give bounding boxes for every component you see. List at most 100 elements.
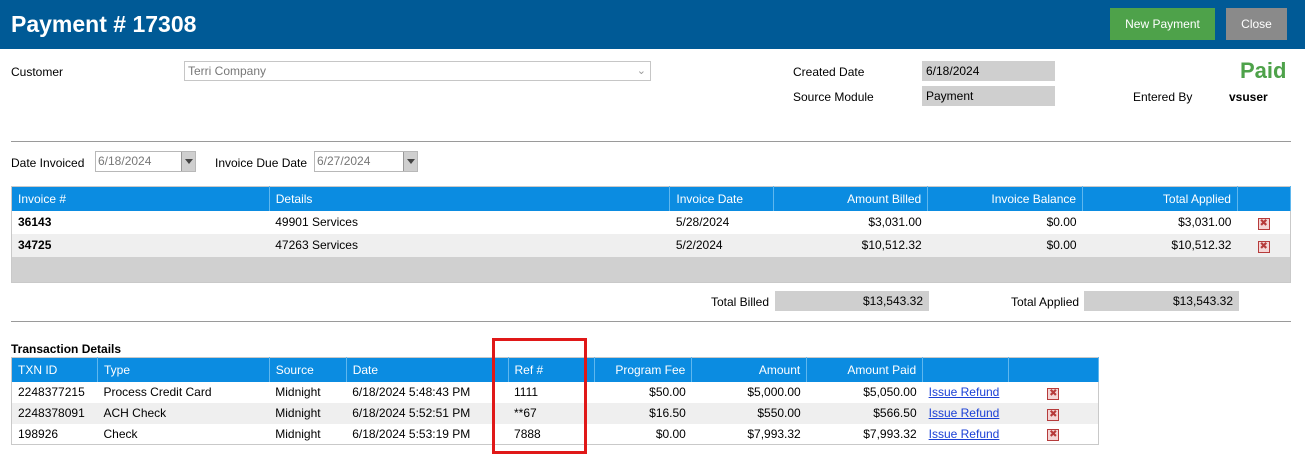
divider bbox=[11, 141, 1291, 142]
txn-amount-paid: $7,993.32 bbox=[863, 426, 917, 441]
col-invoice-number[interactable]: Invoice # bbox=[11, 186, 270, 211]
delete-x-icon[interactable]: ✖ bbox=[1047, 408, 1060, 421]
delete-cell: ✖ bbox=[1009, 382, 1099, 403]
txn-type: ACH Check bbox=[97, 402, 270, 424]
col-invoice-balance[interactable]: Invoice Balance bbox=[927, 186, 1084, 211]
invoice-date: 5/2/2024 bbox=[669, 233, 774, 257]
empty-row bbox=[11, 256, 1291, 283]
close-button[interactable]: Close bbox=[1226, 8, 1287, 40]
txn-id: 2248377215 bbox=[18, 385, 85, 399]
txn-ref: 7888 bbox=[514, 426, 541, 441]
created-date-label: Created Date bbox=[793, 65, 865, 79]
total-applied-label: Total Applied bbox=[1011, 295, 1080, 309]
delete-cell: ✖ bbox=[1008, 402, 1099, 424]
source-module-label: Source Module bbox=[793, 90, 874, 104]
txn-amount: $5,000.00 bbox=[747, 385, 801, 399]
refund-cell: Issue Refund bbox=[922, 402, 1009, 424]
invoice-due-date-input[interactable]: 6/27/2024 bbox=[314, 151, 418, 172]
txn-amount: $7,993.32 bbox=[747, 426, 801, 441]
amount-billed: $10,512.32 bbox=[773, 233, 928, 257]
col-amount-billed[interactable]: Amount Billed bbox=[773, 186, 929, 211]
total-billed-label: Total Billed bbox=[711, 295, 770, 309]
status-badge: Paid bbox=[1240, 58, 1287, 83]
entered-by-value: vsuser bbox=[1229, 90, 1268, 104]
col-source[interactable]: Source bbox=[269, 357, 347, 382]
col-txn-id[interactable]: TXN ID bbox=[11, 357, 98, 382]
date-dropdown-icon[interactable] bbox=[181, 152, 195, 171]
txn-source: Midnight bbox=[275, 426, 321, 441]
col-amount[interactable]: Amount bbox=[691, 357, 808, 382]
invoice-details: 47263 Services bbox=[269, 233, 670, 257]
invoice-table: Invoice # Details Invoice Date Amount Bi… bbox=[11, 186, 1292, 283]
col-invoice-date[interactable]: Invoice Date bbox=[669, 186, 775, 211]
invoice-table-header: Invoice # Details Invoice Date Amount Bi… bbox=[11, 186, 1292, 211]
invoice-date: 5/28/2024 bbox=[675, 215, 730, 229]
refund-cell: Issue Refund bbox=[923, 424, 1009, 445]
transaction-table-header: TXN ID Type Source Date Ref # Program Fe… bbox=[11, 357, 1099, 382]
invoice-number: 34725 bbox=[11, 233, 270, 257]
col-amount-paid[interactable]: Amount Paid bbox=[806, 357, 924, 382]
entered-by-label: Entered By bbox=[1133, 90, 1193, 104]
txn-id: 2248378091 bbox=[11, 402, 98, 424]
date-invoiced-input[interactable]: 6/18/2024 bbox=[95, 151, 196, 172]
col-date[interactable]: Date bbox=[346, 357, 509, 382]
col-program-fee[interactable]: Program Fee bbox=[594, 357, 693, 382]
total-applied-value: $13,543.32 bbox=[1084, 291, 1239, 311]
issue-refund-link[interactable]: Issue Refund bbox=[929, 406, 1000, 420]
delete-x-icon[interactable]: ✖ bbox=[1047, 387, 1060, 400]
customer-select[interactable]: Terri Company ⌄ bbox=[184, 61, 651, 81]
col-actions bbox=[1237, 186, 1292, 211]
delete-x-icon[interactable]: ✖ bbox=[1257, 217, 1270, 230]
txn-source: Midnight bbox=[275, 385, 321, 399]
txn-amount-paid: $5,050.00 bbox=[863, 385, 917, 399]
page-header: Payment # 17308 New Payment Close bbox=[0, 0, 1305, 49]
txn-program-fee: $0.00 bbox=[655, 426, 686, 441]
txn-program-fee: $50.00 bbox=[649, 385, 686, 399]
transaction-table: TXN ID Type Source Date Ref # Program Fe… bbox=[11, 357, 1099, 445]
col-type[interactable]: Type bbox=[97, 357, 270, 382]
invoice-due-date-value: 6/27/2024 bbox=[317, 154, 371, 168]
table-row: 2248377215 Process Credit Card Midnight … bbox=[12, 382, 1099, 403]
date-invoiced-label: Date Invoiced bbox=[11, 156, 85, 170]
created-date-field: 6/18/2024 bbox=[922, 61, 1055, 81]
col-ref[interactable]: Ref # bbox=[508, 357, 596, 382]
col-actions bbox=[1008, 357, 1099, 382]
customer-value: Terri Company bbox=[188, 64, 267, 78]
customer-label: Customer bbox=[11, 65, 64, 79]
invoice-details: 49901 Services bbox=[275, 215, 358, 229]
delete-x-icon[interactable]: ✖ bbox=[1047, 429, 1060, 442]
issue-refund-link[interactable]: Issue Refund bbox=[929, 427, 1000, 441]
invoice-balance: $0.00 bbox=[927, 233, 1083, 257]
refund-cell: Issue Refund bbox=[923, 382, 1009, 403]
date-dropdown-icon[interactable] bbox=[403, 152, 417, 171]
txn-date: 6/18/2024 5:52:51 PM bbox=[346, 402, 509, 424]
txn-source: Midnight bbox=[269, 402, 347, 424]
delete-cell: ✖ bbox=[1237, 233, 1291, 257]
new-payment-button[interactable]: New Payment bbox=[1110, 8, 1215, 40]
table-row: 2248378091 ACH Check Midnight 6/18/2024 … bbox=[11, 402, 1099, 424]
page-title: Payment # 17308 bbox=[11, 11, 197, 37]
invoice-due-date-label: Invoice Due Date bbox=[215, 156, 308, 170]
issue-refund-link[interactable]: Issue Refund bbox=[929, 385, 1000, 399]
table-row: 34725 47263 Services 5/2/2024 $10,512.32… bbox=[11, 233, 1291, 257]
txn-type: Process Credit Card bbox=[103, 385, 212, 399]
txn-type: Check bbox=[103, 426, 138, 441]
delete-x-icon[interactable]: ✖ bbox=[1257, 240, 1270, 253]
table-row: 198926 Check Midnight 6/18/2024 5:53:19 … bbox=[12, 424, 1099, 445]
total-applied: $10,512.32 bbox=[1082, 233, 1238, 257]
col-total-applied[interactable]: Total Applied bbox=[1082, 186, 1238, 211]
col-details[interactable]: Details bbox=[269, 186, 671, 211]
txn-amount: $550.00 bbox=[691, 402, 807, 424]
txn-date: 6/18/2024 5:48:43 PM bbox=[352, 385, 471, 399]
date-invoiced-value: 6/18/2024 bbox=[98, 154, 152, 168]
delete-cell: ✖ bbox=[1009, 424, 1099, 445]
txn-id: 198926 bbox=[18, 426, 59, 441]
transaction-details-title: Transaction Details bbox=[11, 342, 122, 356]
txn-ref: **67 bbox=[508, 402, 595, 424]
txn-ref: 1111 bbox=[514, 385, 539, 399]
txn-amount-paid: $566.50 bbox=[806, 402, 923, 424]
invoice-number: 36143 bbox=[18, 215, 52, 229]
delete-cell: ✖ bbox=[1237, 211, 1290, 234]
source-module-field: Payment bbox=[922, 86, 1055, 106]
invoice-balance: $0.00 bbox=[1046, 215, 1077, 229]
